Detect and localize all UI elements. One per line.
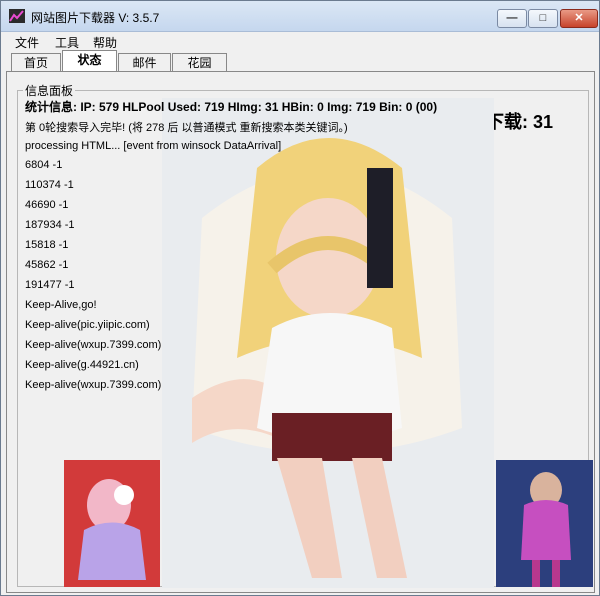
maximize-icon: □ bbox=[539, 12, 547, 24]
group-label: 信息面板 bbox=[23, 82, 76, 99]
menu-help[interactable]: 帮助 bbox=[93, 34, 117, 51]
log-line-5: 187934 -1 bbox=[25, 219, 75, 231]
title-bar[interactable]: 网站图片下载器 V: 3.5.7 — □ ✕ bbox=[1, 1, 599, 32]
log-line-12: Keep-alive(g.44921.cn) bbox=[25, 359, 139, 371]
tab-mail[interactable]: 邮件 bbox=[118, 53, 171, 72]
app-icon bbox=[9, 9, 25, 23]
maximize-button[interactable]: □ bbox=[528, 9, 558, 28]
menu-tools[interactable]: 工具 bbox=[55, 34, 79, 51]
log-line-10: Keep-alive(pic.yiipic.com) bbox=[25, 319, 150, 331]
minimize-icon: — bbox=[506, 12, 518, 24]
app-window: 网站图片下载器 V: 3.5.7 — □ ✕ 文件 工具 帮助 首页 状态 邮件… bbox=[0, 0, 600, 596]
tab-status[interactable]: 状态 bbox=[62, 50, 117, 72]
log-line-3: 110374 -1 bbox=[25, 179, 74, 191]
photo-thumb-right bbox=[496, 460, 593, 587]
minimize-button[interactable]: — bbox=[497, 9, 527, 28]
menu-bar: 文件 工具 帮助 bbox=[1, 32, 599, 50]
download-count: 下载: 31 bbox=[486, 112, 554, 132]
tab-garden[interactable]: 花园 bbox=[172, 53, 227, 72]
log-line-9: Keep-Alive,go! bbox=[25, 299, 97, 311]
log-line-0: 第 0轮搜索导入完毕! (将 278 后 以普通模式 重新搜索本类关键词。) bbox=[25, 122, 348, 134]
log-line-7: 45862 -1 bbox=[25, 259, 69, 271]
log-line-4: 46690 -1 bbox=[25, 199, 69, 211]
tab-home[interactable]: 首页 bbox=[11, 53, 61, 72]
close-button[interactable]: ✕ bbox=[560, 9, 598, 28]
stats-label: 统计信息: bbox=[25, 100, 77, 114]
log-line-13: Keep-alive(wxup.7399.com) bbox=[25, 379, 162, 391]
photo-main bbox=[162, 98, 494, 588]
menu-file[interactable]: 文件 bbox=[15, 34, 39, 51]
close-icon: ✕ bbox=[574, 12, 584, 24]
log-line-1: processing HTML... [event from winsock D… bbox=[25, 140, 282, 152]
log-line-2: 6804 -1 bbox=[25, 159, 63, 171]
log-line-8: 191477 -1 bbox=[25, 279, 75, 291]
log-line-11: Keep-alive(wxup.7399.com) bbox=[25, 339, 162, 351]
log-line-6: 15818 -1 bbox=[25, 239, 69, 251]
stats-line: 统计信息: IP: 579 HLPool Used: 719 HImg: 31 … bbox=[25, 98, 437, 115]
tab-bar: 首页 状态 邮件 花园 bbox=[1, 50, 599, 72]
photo-thumb-left bbox=[64, 460, 160, 587]
window-title: 网站图片下载器 V: 3.5.7 bbox=[31, 11, 160, 25]
stats-value: IP: 579 HLPool Used: 719 HImg: 31 HBin: … bbox=[80, 100, 438, 114]
